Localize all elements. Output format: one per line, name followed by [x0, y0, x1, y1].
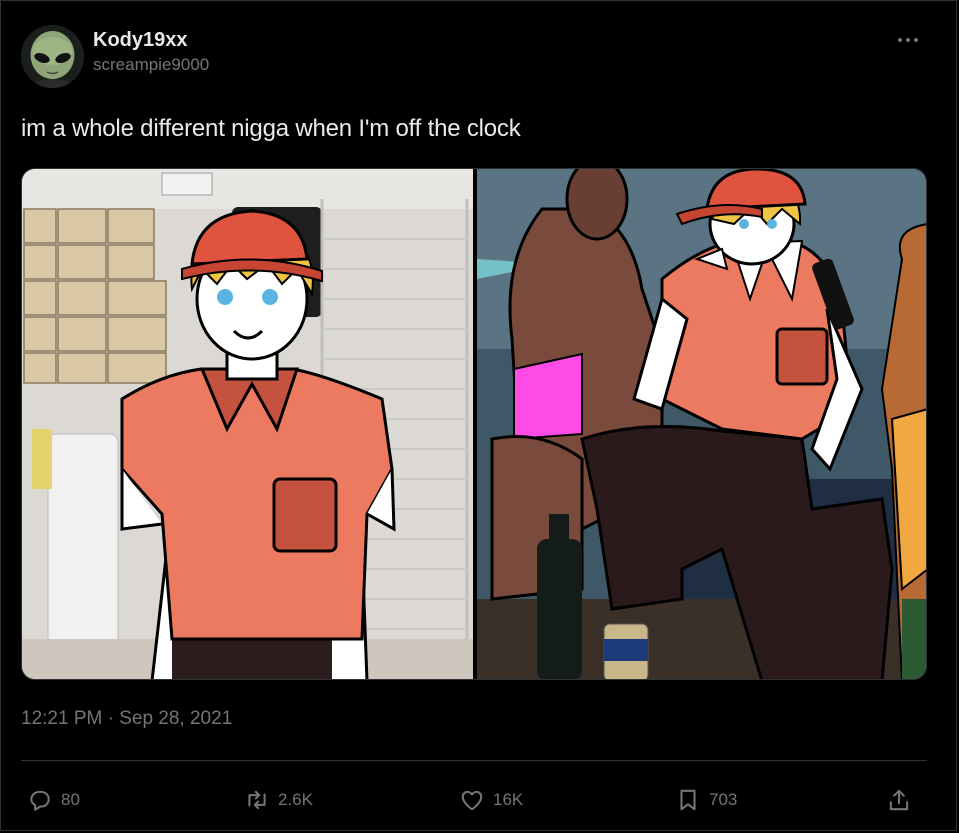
comic-image [22, 169, 926, 679]
bookmark-button[interactable]: 703 [675, 782, 737, 818]
tweet-media-image[interactable] [21, 168, 927, 680]
author-avatar[interactable] [21, 25, 84, 88]
like-count: 16K [493, 790, 524, 809]
retweet-count: 2.6K [278, 790, 313, 809]
bookmark-icon [680, 789, 696, 811]
reply-icon [30, 790, 50, 811]
heart-icon [461, 790, 483, 811]
more-options-button[interactable] [892, 28, 924, 48]
tweet-text: im a whole different nigga when I'm off … [21, 115, 521, 142]
more-dots-icon [898, 38, 918, 42]
tweet-actions-bar: 80 2.6K 16K 703 [0, 782, 959, 818]
reply-count: 80 [61, 790, 80, 809]
share-button[interactable] [886, 782, 912, 818]
author-handle[interactable]: screampie9000 [93, 55, 209, 75]
left-panel [22, 169, 473, 679]
retweet-button[interactable]: 2.6K [244, 782, 313, 818]
actions-divider [21, 760, 927, 761]
retweet-icon [248, 790, 266, 810]
author-name[interactable]: Kody19xx [93, 29, 188, 52]
like-button[interactable]: 16K [459, 782, 523, 818]
bookmark-count: 703 [709, 790, 738, 809]
share-icon [889, 789, 909, 811]
alien-avatar-icon [21, 25, 84, 88]
tweet-timestamp[interactable]: 12:21 PM · Sep 28, 2021 [21, 708, 232, 730]
right-panel [477, 169, 926, 679]
reply-button[interactable]: 80 [27, 782, 80, 818]
